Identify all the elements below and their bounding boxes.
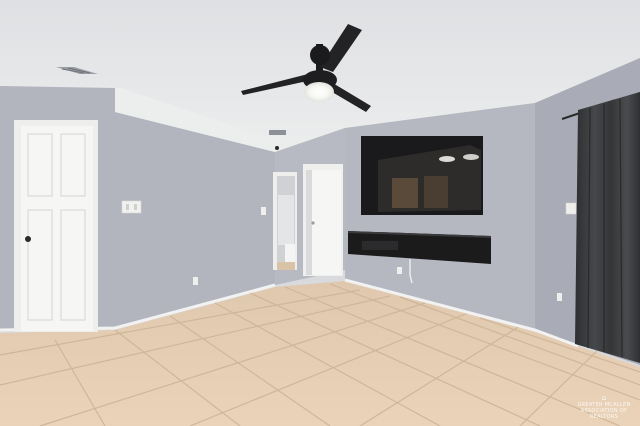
smoke-detector-light [275,146,279,150]
fan-light [304,82,334,102]
light-switch-toggle [134,204,137,210]
door-knob-2[interactable] [311,221,315,225]
wall-outlet [397,267,402,274]
light-switch-plate[interactable] [121,200,142,214]
toilet [285,244,295,264]
wall-outlet [193,277,198,285]
entry-door[interactable] [21,126,93,331]
light-switch-toggle [126,204,129,210]
ac-vent-small [269,130,286,135]
room-illustration [0,0,640,426]
hall-floor [277,262,295,270]
door-knob[interactable] [25,236,31,242]
bathroom-tile [278,195,294,245]
wall-outlet [557,293,562,301]
door-edge [306,170,312,275]
watermark-line2: ASSOCIATION OF REALTORS [580,408,628,420]
light-switch-plate-right[interactable] [565,202,577,215]
watermark-logo: ⌂ [601,394,607,402]
room-photo: ⌂ GREATER MCALLEN ASSOCIATION OF REALTOR… [0,0,640,426]
tv-reflection-light [463,154,479,160]
curtain [575,92,640,363]
bedroom-door[interactable] [311,170,341,275]
tv-reflection-window [392,178,418,208]
wall-outlet [261,207,266,215]
media-shelf-glass [362,241,398,250]
tv-reflection-light [439,156,455,162]
realtor-watermark: ⌂ GREATER MCALLEN ASSOCIATION OF REALTOR… [574,394,634,420]
tv-reflection-window [424,176,448,208]
